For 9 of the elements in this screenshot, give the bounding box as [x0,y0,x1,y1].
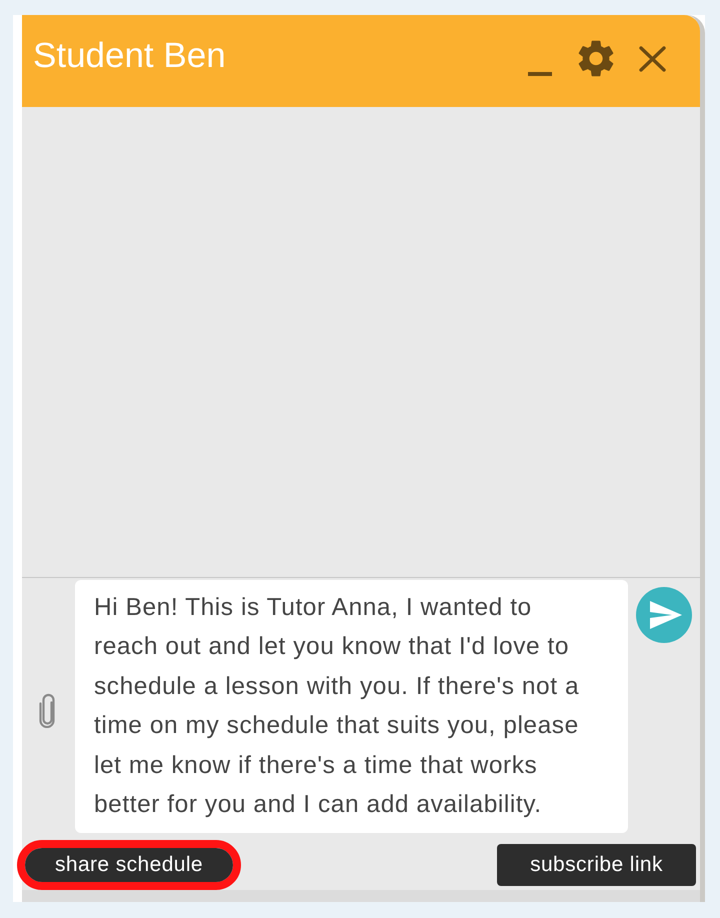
close-icon[interactable] [639,46,666,72]
settings-icon[interactable] [578,40,614,77]
send-icon [650,601,682,629]
paperclip-icon[interactable] [38,693,56,728]
minimize-icon[interactable] [528,72,552,76]
message-field[interactable]: Hi Ben! This is Tutor Anna, I wanted to reach out and let you know that I'd love to schedule a lesson with you. If there's not a time on my schedule that suits you, please let me know if there's a time that works better for you and I can add availability. [75,580,628,833]
window-title: Student Ben [33,36,226,76]
action-button[interactable]: share schedule [25,848,233,882]
action-button[interactable]: subscribe link [497,844,696,886]
